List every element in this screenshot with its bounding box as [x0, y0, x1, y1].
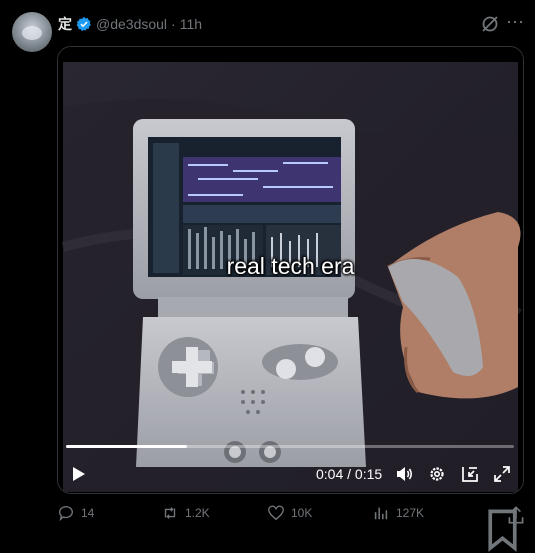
- repost-icon: [164, 507, 176, 519]
- views-count: 127K: [396, 506, 425, 520]
- duration: 0:15: [354, 466, 383, 482]
- video-caption: real tech era: [226, 253, 355, 279]
- repost-count: 1.2K: [185, 506, 210, 520]
- settings-gear-icon[interactable]: [427, 464, 447, 484]
- play-icon[interactable]: [68, 464, 88, 484]
- current-time: 0:04: [316, 466, 344, 482]
- heart-icon: [268, 505, 284, 521]
- reply-count: 14: [81, 506, 95, 520]
- like-count: 10K: [291, 506, 313, 520]
- picture-in-picture-icon[interactable]: [460, 464, 480, 484]
- grok-icon[interactable]: [480, 14, 500, 34]
- post-time[interactable]: 11h: [180, 16, 202, 32]
- verified-badge-icon: [76, 17, 91, 31]
- avatar[interactable]: [12, 12, 52, 52]
- like-button[interactable]: 10K: [267, 504, 312, 522]
- share-icon[interactable]: [505, 504, 527, 526]
- repost-button[interactable]: 1.2K: [161, 504, 210, 522]
- progress-bar[interactable]: [66, 445, 514, 448]
- author-name[interactable]: 定: [58, 14, 72, 34]
- tweet-header: 定 @de3dsoul · 11h: [58, 14, 202, 34]
- video-player[interactable]: real tech era 0:04 / 0:15: [57, 46, 524, 494]
- fullscreen-icon[interactable]: [492, 464, 512, 484]
- time-separator: /: [343, 466, 355, 482]
- video-timecode: 0:04 / 0:15: [316, 466, 382, 482]
- separator-dot: ·: [171, 16, 176, 32]
- tweet-actions: 14 1.2K 10K 127K: [57, 504, 527, 552]
- progress-fill: [66, 445, 187, 448]
- video-controls: 0:04 / 0:15: [58, 455, 523, 491]
- reply-button[interactable]: 14: [57, 504, 94, 522]
- author-handle[interactable]: @de3dsoul: [96, 16, 167, 32]
- volume-icon[interactable]: [394, 464, 414, 484]
- views-chart-icon: [374, 507, 388, 520]
- more-options-icon[interactable]: ⋯: [505, 13, 525, 34]
- reply-icon: [59, 506, 73, 522]
- views-button[interactable]: 127K: [372, 504, 424, 522]
